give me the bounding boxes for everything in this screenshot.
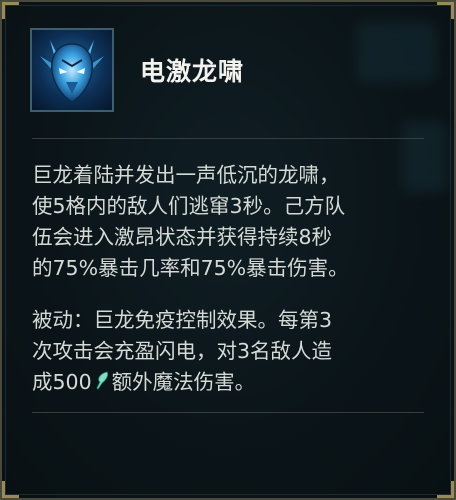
background-blur (357, 22, 437, 82)
corner-ornament (2, 481, 19, 498)
blue-dragon-head-icon (30, 28, 114, 112)
divider (32, 412, 424, 413)
description-line: 成500 额外魔法伤害。 (32, 367, 432, 400)
damage-value: 成500 (32, 370, 92, 394)
description-line: 使5格内的敌人们逃窜3秒。己方队 (32, 194, 346, 218)
ability-description: 巨龙着陆并发出一声低沉的龙啸， 使5格内的敌人们逃窜3秒。己方队 伍会进入激昂状… (32, 160, 432, 400)
damage-type-text: 额外魔法伤害。 (111, 370, 256, 394)
ability-header: 电激龙啸 (30, 28, 244, 112)
description-line: 次攻击会充盈闪电，对3名敌人造 (32, 339, 333, 363)
corner-ornament (2, 2, 19, 19)
active-effect-text: 巨龙着陆并发出一声低沉的龙啸， 使5格内的敌人们逃窜3秒。己方队 伍会进入激昂状… (32, 160, 432, 284)
passive-effect-text: 被动：巨龙免疫控制效果。每第3 次攻击会充盈闪电，对3名敌人造 成500 额外魔法… (32, 305, 432, 400)
ability-tooltip: 电激龙啸 巨龙着陆并发出一声低沉的龙啸， 使5格内的敌人们逃窜3秒。己方队 伍会… (0, 0, 456, 500)
corner-ornament (437, 2, 454, 19)
description-line: 被动：巨龙免疫控制效果。每第3 (32, 308, 333, 332)
description-line: 的75%暴击几率和75%暴击伤害。 (32, 256, 349, 280)
description-line: 伍会进入激昂状态并获得持续8秒 (32, 225, 333, 249)
ability-title: 电激龙啸 (140, 57, 245, 86)
corner-ornament (437, 481, 454, 498)
ability-power-icon (94, 369, 110, 400)
divider (32, 138, 424, 139)
description-line: 巨龙着陆并发出一声低沉的龙啸， (32, 163, 340, 187)
